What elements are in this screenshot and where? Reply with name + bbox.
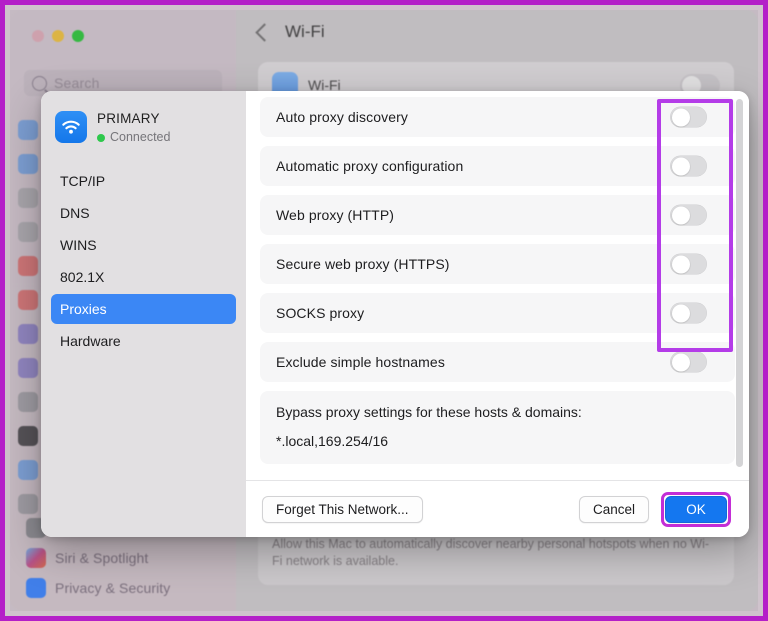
- row-socks-proxy: SOCKS proxy: [260, 293, 735, 333]
- sidebar-item-label: Hardware: [60, 332, 121, 349]
- wifi-icon: [55, 111, 87, 144]
- secure-web-proxy-https-toggle[interactable]: [670, 253, 707, 275]
- search-icon: [32, 75, 47, 91]
- row-secure-web-proxy-https: Secure web proxy (HTTPS): [260, 244, 735, 284]
- siri-icon: [26, 548, 46, 568]
- toggle-knob: [671, 353, 690, 371]
- hotspot-description: Allow this Mac to automatically discover…: [272, 537, 710, 568]
- sidebar-item-label: Privacy & Security: [55, 580, 171, 596]
- sidebar-item-label: Siri & Spotlight: [55, 550, 149, 566]
- sidebar-item-proxies[interactable]: Proxies: [51, 293, 236, 324]
- row-web-proxy-http: Web proxy (HTTP): [260, 195, 735, 235]
- sidebar-item-tcpip[interactable]: TCP/IP: [51, 166, 236, 196]
- sidebar-item-label: TCP/IP: [60, 172, 106, 189]
- network-meta: PRIMARY Connected: [97, 109, 170, 146]
- row-exclude-simple-hostnames: Exclude simple hostnames: [260, 342, 735, 382]
- row-label: SOCKS proxy: [276, 305, 365, 321]
- ok-button[interactable]: OK: [665, 495, 727, 523]
- row-label: Web proxy (HTTP): [276, 207, 395, 223]
- sidebar-icon: [18, 188, 38, 208]
- sheet-sidebar: PRIMARY Connected TCP/IP DNS WINS 802.1X…: [41, 91, 246, 537]
- forget-this-network-button[interactable]: Forget This Network...: [262, 495, 423, 523]
- network-status: Connected: [97, 130, 170, 146]
- exclude-simple-hostnames-toggle[interactable]: [670, 351, 707, 373]
- toggle-knob: [671, 304, 690, 322]
- page-title: Wi-Fi: [285, 22, 325, 41]
- sidebar-icon: [18, 358, 38, 378]
- row-label: Auto proxy discovery: [276, 109, 408, 125]
- sidebar-icon: [18, 256, 38, 276]
- content-header: Wi-Fi: [236, 22, 325, 42]
- sidebar-icon: [18, 290, 38, 310]
- minimize-button[interactable]: [52, 30, 64, 42]
- screenshot-root: Search Control Centre: [0, 0, 768, 621]
- window-traffic-lights[interactable]: [32, 30, 84, 42]
- auto-proxy-discovery-toggle[interactable]: [670, 106, 707, 128]
- socks-proxy-toggle[interactable]: [670, 302, 707, 324]
- sheet-main-pane: Auto proxy discovery Automatic proxy con…: [246, 91, 749, 537]
- sidebar-item-privacy-security[interactable]: Privacy & Security: [20, 573, 226, 603]
- chevron-left-icon[interactable]: [255, 22, 274, 42]
- sidebar-icon: [18, 392, 38, 412]
- sidebar-item-label: WINS: [60, 236, 97, 253]
- sheet-sidebar-list: TCP/IP DNS WINS 802.1X Proxies Hardware: [41, 166, 246, 356]
- network-status-label: Connected: [110, 130, 171, 144]
- web-proxy-http-toggle[interactable]: [670, 204, 707, 226]
- bypass-hosts-input[interactable]: *.local,169.254/16: [276, 433, 719, 449]
- network-header: PRIMARY Connected: [41, 109, 246, 146]
- sidebar-item-siri-spotlight[interactable]: Siri & Spotlight: [20, 543, 226, 573]
- toggle-knob: [671, 108, 690, 126]
- zoom-button[interactable]: [72, 30, 84, 42]
- sidebar-item-dns[interactable]: DNS: [51, 198, 236, 228]
- vertical-scrollbar[interactable]: [736, 99, 743, 467]
- sidebar-icon: [18, 120, 38, 140]
- sidebar-icon: [18, 494, 38, 514]
- row-label: Automatic proxy configuration: [276, 158, 464, 174]
- sidebar-icon: [18, 324, 38, 344]
- bypass-proxy-card: Bypass proxy settings for these hosts & …: [260, 391, 735, 464]
- row-automatic-proxy-configuration: Automatic proxy configuration: [260, 146, 735, 186]
- close-button[interactable]: [32, 30, 44, 42]
- search-placeholder: Search: [54, 75, 100, 91]
- sidebar-icon: [18, 154, 38, 174]
- row-label: Exclude simple hostnames: [276, 354, 445, 370]
- proxy-settings-list: Auto proxy discovery Automatic proxy con…: [246, 91, 749, 480]
- sidebar-item-label: 802.1X: [60, 268, 105, 285]
- sidebar-item-label: Proxies: [60, 300, 107, 317]
- network-name: PRIMARY: [97, 111, 160, 126]
- sidebar-item-hardware[interactable]: Hardware: [51, 326, 236, 356]
- cancel-button[interactable]: Cancel: [578, 495, 649, 523]
- privacy-hand-icon: [26, 578, 46, 598]
- automatic-proxy-configuration-toggle[interactable]: [670, 155, 707, 177]
- sidebar-item-label: DNS: [60, 204, 90, 221]
- status-dot-icon: [97, 133, 105, 142]
- bypass-title: Bypass proxy settings for these hosts & …: [276, 404, 582, 420]
- row-label: Secure web proxy (HTTPS): [276, 256, 450, 272]
- sidebar-item-wins[interactable]: WINS: [51, 230, 236, 260]
- toggle-knob: [671, 255, 690, 273]
- network-details-sheet: PRIMARY Connected TCP/IP DNS WINS 802.1X…: [41, 91, 749, 537]
- sheet-footer: Forget This Network... Cancel OK: [246, 480, 749, 537]
- row-auto-proxy-discovery: Auto proxy discovery: [260, 97, 735, 137]
- sidebar-icon: [18, 460, 38, 480]
- sidebar-icon: [18, 426, 38, 446]
- sidebar-icon: [18, 222, 38, 242]
- toggle-knob: [671, 157, 690, 175]
- sidebar-item-8021x[interactable]: 802.1X: [51, 262, 236, 292]
- ok-button-highlight: OK: [661, 491, 731, 527]
- toggle-knob: [671, 206, 690, 224]
